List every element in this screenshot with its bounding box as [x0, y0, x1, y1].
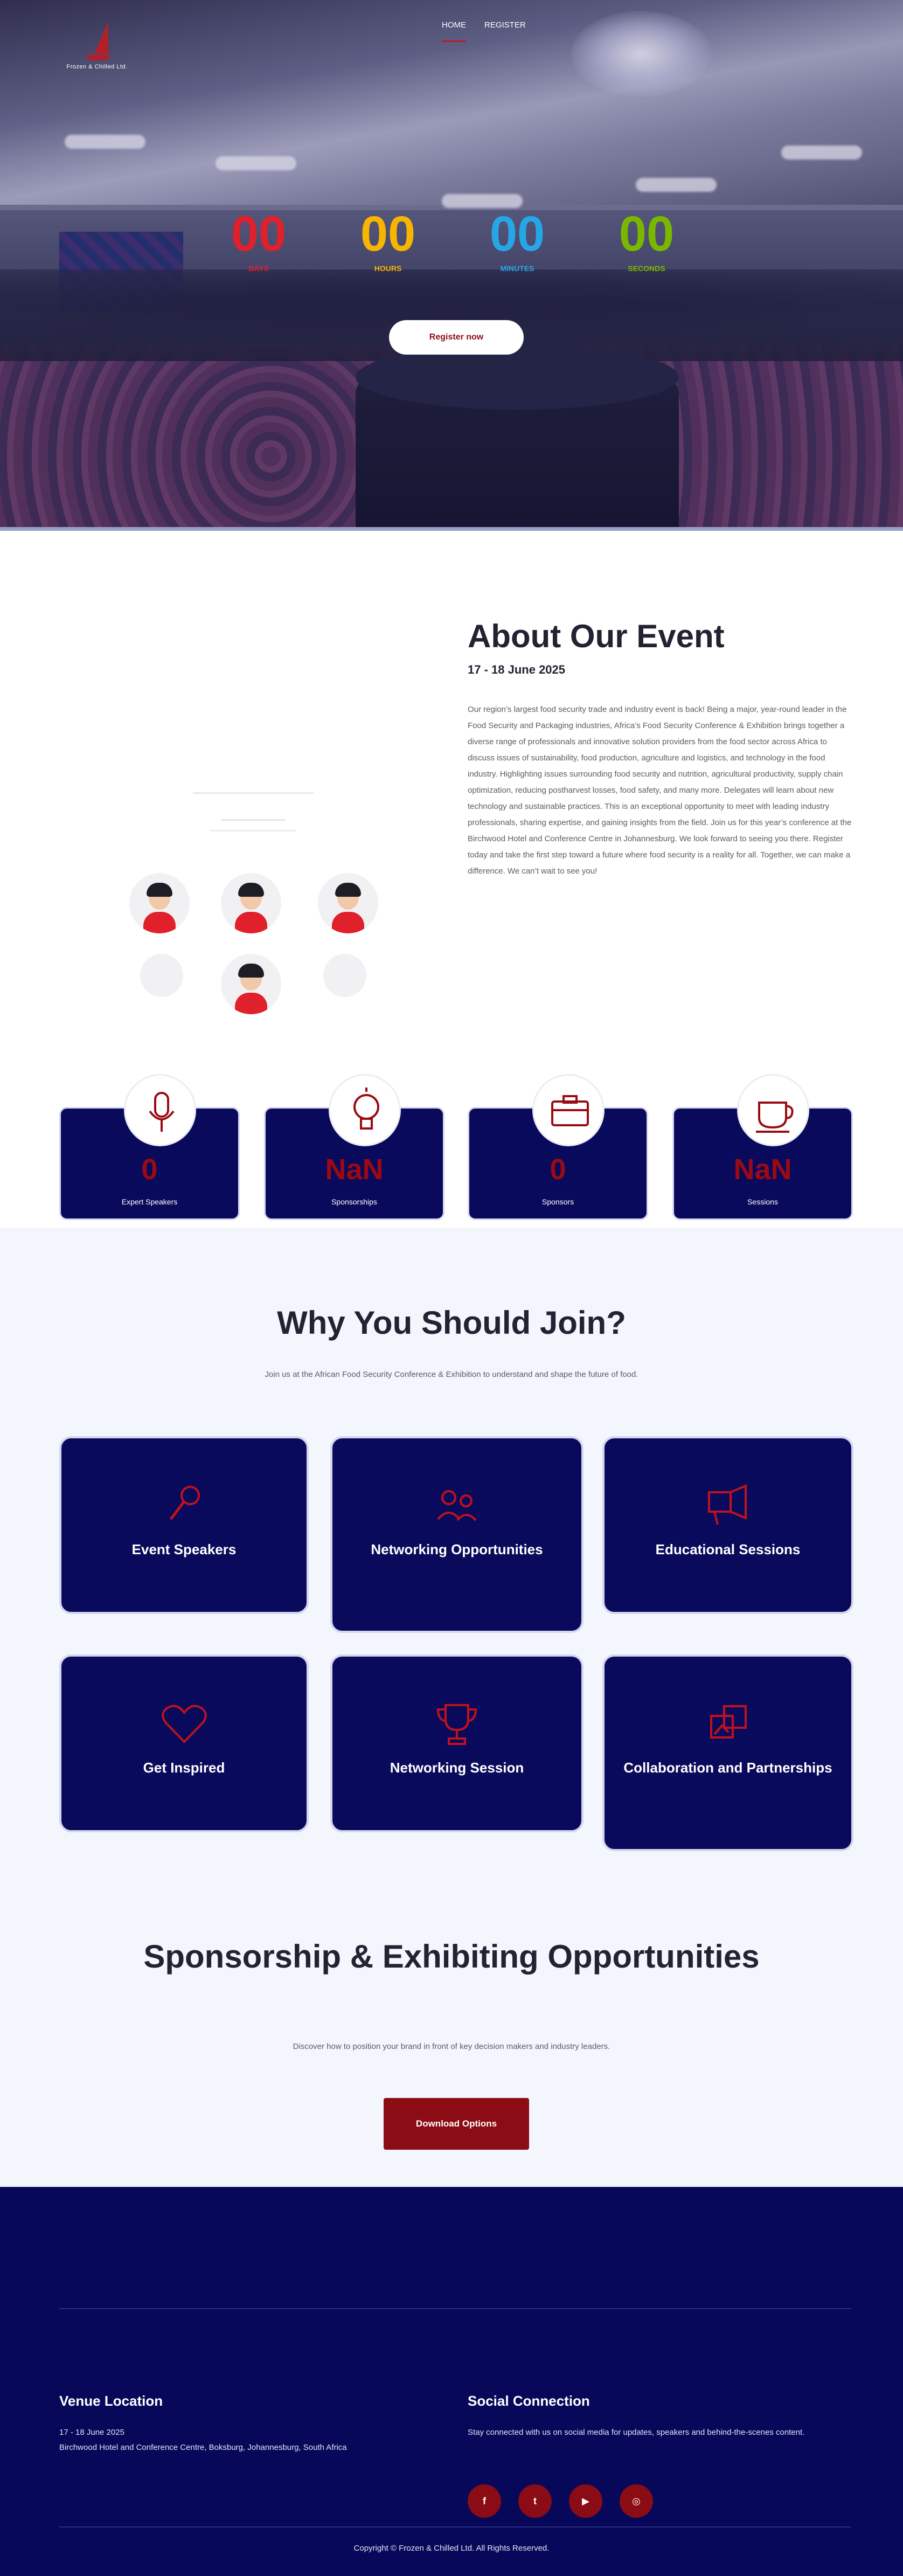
countdown-value: 00: [619, 206, 675, 261]
countdown-value: 00: [360, 206, 416, 261]
facebook-icon[interactable]: f: [468, 2484, 501, 2518]
carousel-line: [210, 830, 296, 832]
stat-label: Expert Speakers: [121, 1197, 178, 1206]
why-card-label: Educational Sessions: [655, 1541, 801, 1557]
register-now-button[interactable]: Register now: [389, 320, 524, 355]
countdown-value: 00: [231, 206, 287, 261]
countdown-label: SECONDS: [628, 264, 665, 273]
why-card-label: Networking Opportunities: [371, 1541, 543, 1557]
why-card-collaboration-partnerships: Collaboration and Partnerships: [602, 1654, 853, 1851]
speaker-avatar[interactable]: [140, 954, 183, 997]
stats-row: 0 Expert Speakers NaN Sponsorships 0 Spo…: [59, 1072, 854, 1223]
countdown: 00 DAYS 00 HOURS 00 MINUTES 00 SECONDS: [205, 209, 700, 290]
speaker-carousel: [119, 781, 399, 1029]
why-card-label: Event Speakers: [131, 1541, 237, 1557]
countdown-value: 00: [489, 206, 545, 261]
stat-value: NaN: [733, 1153, 792, 1186]
venue-heading: Venue Location: [59, 2393, 163, 2409]
stat-value: 0: [550, 1153, 566, 1186]
hero-bottom-strip: [0, 527, 903, 531]
stat-card-sponsorships: NaN Sponsorships: [264, 1074, 444, 1220]
stat-card-speakers: 0 Expert Speakers: [59, 1074, 240, 1220]
footer-divider: [59, 2308, 851, 2309]
twitter-icon[interactable]: t: [518, 2484, 552, 2518]
stat-label: Sponsorships: [331, 1197, 377, 1206]
countdown-label: HOURS: [374, 264, 402, 273]
megaphone-icon: [698, 1476, 758, 1535]
countdown-hours: 00 HOURS: [334, 209, 442, 273]
countdown-minutes: 00 MINUTES: [463, 209, 571, 273]
stat-label: Sessions: [747, 1197, 778, 1206]
logo-hull: [86, 55, 110, 60]
footer-divider: [59, 2526, 851, 2527]
main-nav: HOME REGISTER: [442, 20, 526, 42]
hero-section: Frozen & Chilled Ltd. HOME REGISTER 00 D…: [0, 0, 903, 531]
carousel-line: [193, 792, 314, 794]
about-title: About Our Event: [468, 618, 725, 654]
logo-text: Frozen & Chilled Ltd.: [66, 64, 128, 70]
stat-value: 0: [141, 1153, 158, 1186]
coffee-cup-icon: [737, 1074, 809, 1146]
nav-item-register[interactable]: REGISTER: [484, 20, 526, 42]
trophy-icon: [427, 1694, 487, 1754]
copyright-text: Copyright © Frozen & Chilled Ltd. All Ri…: [353, 2544, 550, 2553]
social-heading: Social Connection: [468, 2393, 590, 2409]
why-card-label: Networking Session: [390, 1760, 524, 1776]
why-join-subtitle: Join us at the African Food Security Con…: [265, 1370, 638, 1379]
sponsorship-title: Sponsorship & Exhibiting Opportunities: [143, 1938, 760, 1975]
why-card-networking-session: Networking Session: [330, 1654, 584, 1832]
heart-icon: [155, 1694, 214, 1754]
why-card-event-speakers: Event Speakers: [59, 1436, 309, 1614]
speaker-avatar[interactable]: [221, 954, 281, 1014]
logo-sail: [94, 22, 108, 54]
countdown-label: MINUTES: [500, 264, 534, 273]
speaker-avatar[interactable]: [318, 873, 378, 933]
why-card-educational-sessions: Educational Sessions: [602, 1436, 853, 1614]
stat-value: NaN: [325, 1153, 384, 1186]
speaker-avatar[interactable]: [221, 873, 281, 933]
stat-card-sessions: NaN Sessions: [672, 1074, 853, 1220]
countdown-days: 00 DAYS: [205, 209, 312, 273]
collaboration-icon: [698, 1694, 758, 1754]
countdown-seconds: 00 SECONDS: [593, 209, 700, 273]
download-options-button[interactable]: Download Options: [384, 2098, 529, 2150]
about-date: 17 - 18 June 2025: [468, 663, 566, 676]
why-join-title: Why You Should Join?: [277, 1305, 626, 1341]
site-footer: [0, 2187, 903, 2576]
venue-address: Birchwood Hotel and Conference Centre, B…: [59, 2443, 347, 2452]
carousel-line: [221, 819, 286, 821]
microphone-icon: [155, 1476, 214, 1535]
why-card-get-inspired: Get Inspired: [59, 1654, 309, 1832]
youtube-icon[interactable]: ▶: [569, 2484, 602, 2518]
why-card-networking-opportunities: Networking Opportunities: [330, 1436, 584, 1633]
venue-date: 17 - 18 June 2025: [59, 2428, 124, 2437]
speaker-avatar[interactable]: [129, 873, 190, 933]
stat-label: Sponsors: [541, 1197, 574, 1206]
countdown-label: DAYS: [248, 264, 269, 273]
briefcase-icon: [532, 1074, 605, 1146]
microphone-icon: [124, 1074, 196, 1146]
nav-item-home[interactable]: HOME: [442, 20, 466, 42]
instagram-icon[interactable]: ◎: [620, 2484, 653, 2518]
speaker-avatar[interactable]: [323, 954, 366, 997]
why-card-label: Get Inspired: [143, 1760, 225, 1776]
social-text: Stay connected with us on social media f…: [468, 2428, 805, 2437]
why-card-label: Collaboration and Partnerships: [623, 1760, 832, 1776]
handshake-icon: [427, 1476, 487, 1535]
sponsorship-text: Discover how to position your brand in f…: [293, 2042, 610, 2051]
lightbulb-icon: [329, 1074, 401, 1146]
site-logo[interactable]: Frozen & Chilled Ltd.: [54, 22, 140, 81]
about-text: Our region’s largest food security trade…: [468, 705, 852, 876]
stat-card-sponsors: 0 Sponsors: [468, 1074, 648, 1220]
